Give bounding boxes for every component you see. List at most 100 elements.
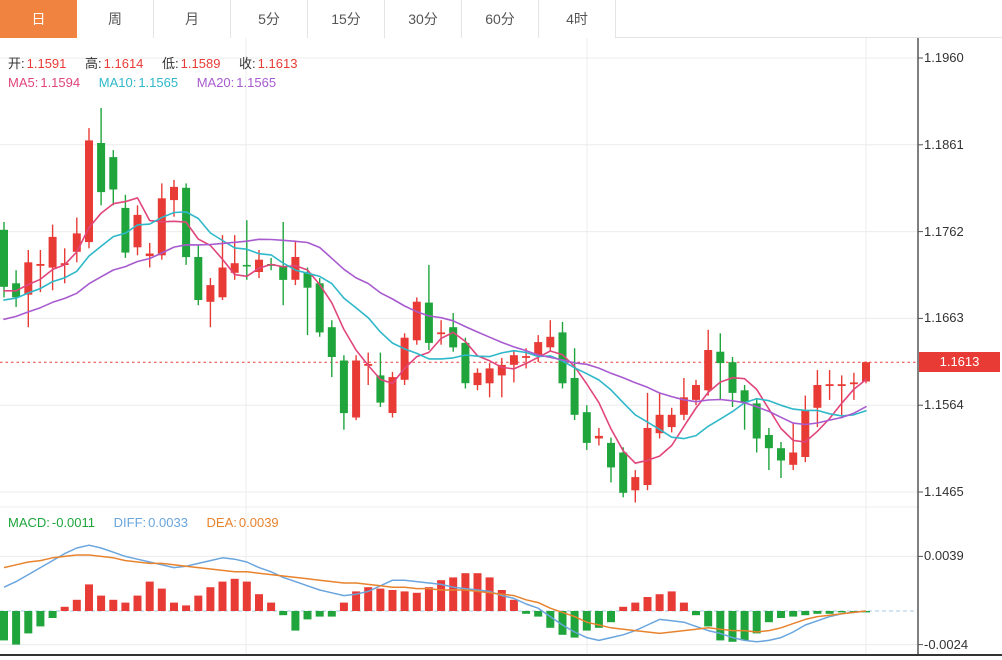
macd-bar bbox=[0, 611, 8, 640]
macd-tick-label: 0.0039 bbox=[924, 547, 1000, 565]
candle-body bbox=[304, 273, 312, 288]
candle-body bbox=[777, 448, 785, 460]
macd-bar bbox=[109, 600, 117, 611]
ma5-value: 1.1594 bbox=[40, 75, 80, 90]
macd-bar bbox=[534, 611, 542, 617]
candle-body bbox=[413, 302, 421, 341]
macd-bar bbox=[413, 593, 421, 611]
price-tick-label: 1.1663 bbox=[924, 309, 1000, 327]
price-tick-label: 1.1960 bbox=[924, 49, 1000, 67]
high-label: 高: bbox=[85, 56, 102, 71]
tab-15分[interactable]: 15分 bbox=[308, 0, 385, 38]
dea-label: DEA: bbox=[207, 515, 237, 530]
candle-body bbox=[813, 385, 821, 408]
macd-bar bbox=[97, 596, 105, 611]
ma20-value: 1.1565 bbox=[236, 75, 276, 90]
macd-bar bbox=[316, 611, 324, 617]
candle-body bbox=[279, 267, 287, 280]
candle-body bbox=[340, 361, 348, 414]
candle-body bbox=[716, 352, 724, 363]
last-price-badge: 1.1613 bbox=[919, 352, 1000, 372]
ohlc-legend: 开:1.1591 高:1.1614 低:1.1589 收:1.1613 bbox=[8, 53, 312, 72]
macd-bar bbox=[304, 611, 312, 619]
price-tick-label: 1.1465 bbox=[924, 483, 1000, 501]
candle-body bbox=[826, 384, 834, 386]
macd-bar bbox=[753, 611, 761, 633]
candle-body bbox=[219, 268, 227, 298]
macd-bar bbox=[146, 582, 154, 611]
macd-bar bbox=[182, 605, 190, 611]
tab-60分[interactable]: 60分 bbox=[462, 0, 539, 38]
macd-bar bbox=[741, 611, 749, 640]
candle-body bbox=[36, 264, 44, 266]
macd-bar bbox=[158, 589, 166, 611]
candle-body bbox=[461, 343, 469, 383]
candle-body bbox=[437, 332, 445, 334]
macd-bar bbox=[121, 603, 129, 611]
macd-bar bbox=[716, 611, 724, 640]
macd-bar bbox=[522, 611, 530, 614]
tab-周[interactable]: 周 bbox=[77, 0, 154, 38]
candle-body bbox=[838, 384, 846, 386]
timeframe-tabs: 日周月5分15分30分60分4时 bbox=[0, 0, 1002, 38]
candle-body bbox=[607, 443, 615, 468]
open-value: 1.1591 bbox=[27, 56, 67, 71]
high-value: 1.1614 bbox=[104, 56, 144, 71]
candle-body bbox=[801, 411, 809, 458]
tab-30分[interactable]: 30分 bbox=[385, 0, 462, 38]
candle-body bbox=[631, 477, 639, 490]
ma10-label: MA10: bbox=[99, 75, 137, 90]
macd-bar bbox=[826, 611, 834, 614]
candle-body bbox=[522, 356, 530, 358]
macd-bar bbox=[170, 603, 178, 611]
macd-bar bbox=[668, 591, 676, 611]
tab-日[interactable]: 日 bbox=[0, 0, 77, 38]
macd-bar bbox=[231, 579, 239, 611]
candle-body bbox=[741, 390, 749, 402]
candle-body bbox=[546, 337, 554, 348]
macd-bar bbox=[777, 611, 785, 618]
candle-body bbox=[704, 350, 712, 390]
macd-bar bbox=[607, 611, 615, 622]
candle-body bbox=[644, 428, 652, 485]
candle-body bbox=[595, 436, 603, 439]
candle-body bbox=[571, 378, 579, 415]
macd-bar bbox=[801, 611, 809, 615]
macd-bar bbox=[680, 603, 688, 611]
macd-value: -0.0011 bbox=[52, 515, 95, 530]
kline-app: 日周月5分15分30分60分4时 开:1.1591 高:1.1614 低:1.1… bbox=[0, 0, 1002, 660]
macd-bar bbox=[401, 591, 409, 611]
candle-body bbox=[316, 283, 324, 332]
macd-bar bbox=[765, 611, 773, 622]
tab-5分[interactable]: 5分 bbox=[231, 0, 308, 38]
ma20-line bbox=[4, 239, 866, 424]
macd-bar bbox=[61, 607, 69, 611]
tab-月[interactable]: 月 bbox=[154, 0, 231, 38]
macd-bar bbox=[813, 611, 821, 614]
macd-bar bbox=[267, 603, 275, 611]
macd-bar bbox=[194, 596, 202, 611]
ma-legend: MA5:1.1594 MA10:1.1565 MA20:1.1565 bbox=[8, 75, 291, 90]
open-label: 开: bbox=[8, 56, 25, 71]
macd-bar bbox=[340, 603, 348, 611]
macd-bar bbox=[49, 611, 57, 618]
macd-bar bbox=[510, 600, 518, 611]
macd-bar bbox=[631, 603, 639, 611]
dea-value: 0.0039 bbox=[239, 515, 279, 530]
macd-bar bbox=[425, 587, 433, 611]
tab-4时[interactable]: 4时 bbox=[539, 0, 616, 38]
diff-value: 0.0033 bbox=[148, 515, 188, 530]
macd-bar bbox=[291, 611, 299, 631]
candle-body bbox=[486, 368, 494, 383]
candle-body bbox=[425, 303, 433, 343]
candle-body bbox=[170, 187, 178, 200]
candle-body bbox=[668, 415, 676, 427]
macd-bar bbox=[789, 611, 797, 617]
macd-bar bbox=[328, 611, 336, 617]
candle-body bbox=[206, 285, 214, 302]
diff-line bbox=[4, 545, 866, 642]
ma20-label: MA20: bbox=[197, 75, 235, 90]
macd-bar bbox=[838, 611, 846, 612]
kline-chart[interactable] bbox=[0, 0, 1002, 660]
candle-body bbox=[692, 385, 700, 400]
